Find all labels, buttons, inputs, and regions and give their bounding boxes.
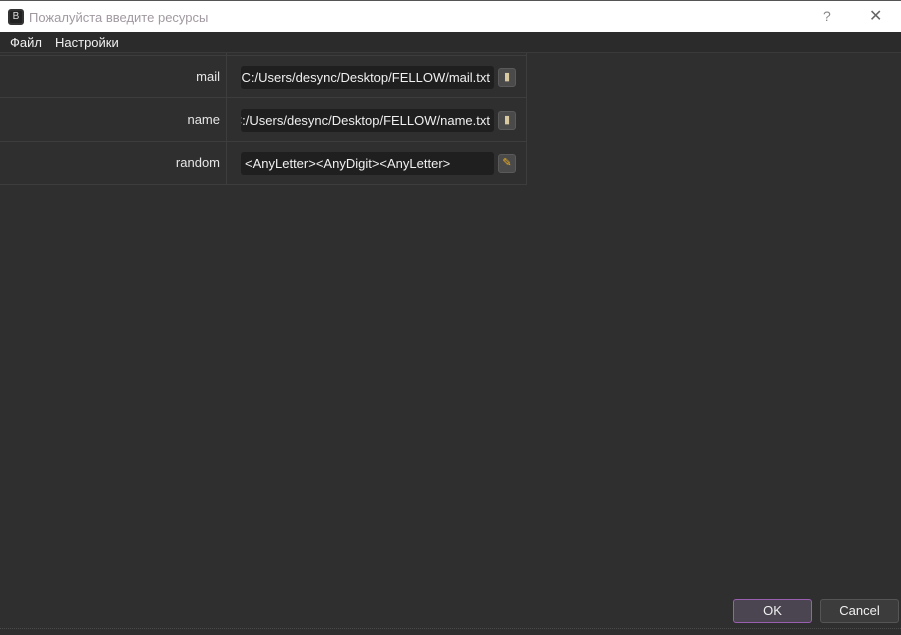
ok-button[interactable]: OK [733,599,812,623]
random-pattern-input[interactable]: <AnyLetter><AnyDigit><AnyLetter> [241,152,494,175]
cancel-button[interactable]: Cancel [820,599,899,623]
edit-button[interactable]: ✎ [498,154,516,173]
mail-path-input[interactable]: C:/Users/desync/Desktop/FELLOW/mail.txt [241,66,494,89]
row-label: random [175,155,220,170]
book-icon: ▮ [503,71,511,83]
pencil-icon: ✎ [502,157,512,169]
menu-file[interactable]: Файл [10,35,42,50]
resource-row-name: name C:/Users/desync/Desktop/FELLOW/name… [0,99,527,142]
browse-button[interactable]: ▮ [498,68,516,87]
resource-row-mail: mail C:/Users/desync/Desktop/FELLOW/mail… [0,55,527,98]
column-divider [526,53,527,184]
title-bar: B Пожалуйста введите ресурсы ? ✕ [0,0,901,32]
window-title: Пожалуйста введите ресурсы [29,10,209,25]
name-path-input[interactable]: C:/Users/desync/Desktop/FELLOW/name.txt [241,109,494,132]
size-grip [0,628,901,635]
menu-settings[interactable]: Настройки [55,35,119,50]
browse-button[interactable]: ▮ [498,111,516,130]
close-button[interactable]: ✕ [869,6,882,26]
resource-row-random: random <AnyLetter><AnyDigit><AnyLetter> … [0,142,527,185]
row-label: name [187,112,220,127]
help-button[interactable]: ? [823,8,831,24]
row-label: mail [196,69,220,84]
book-icon: ▮ [503,114,511,126]
menu-bar: Файл Настройки [0,32,901,53]
column-divider [226,53,227,184]
app-icon: B [8,9,24,25]
